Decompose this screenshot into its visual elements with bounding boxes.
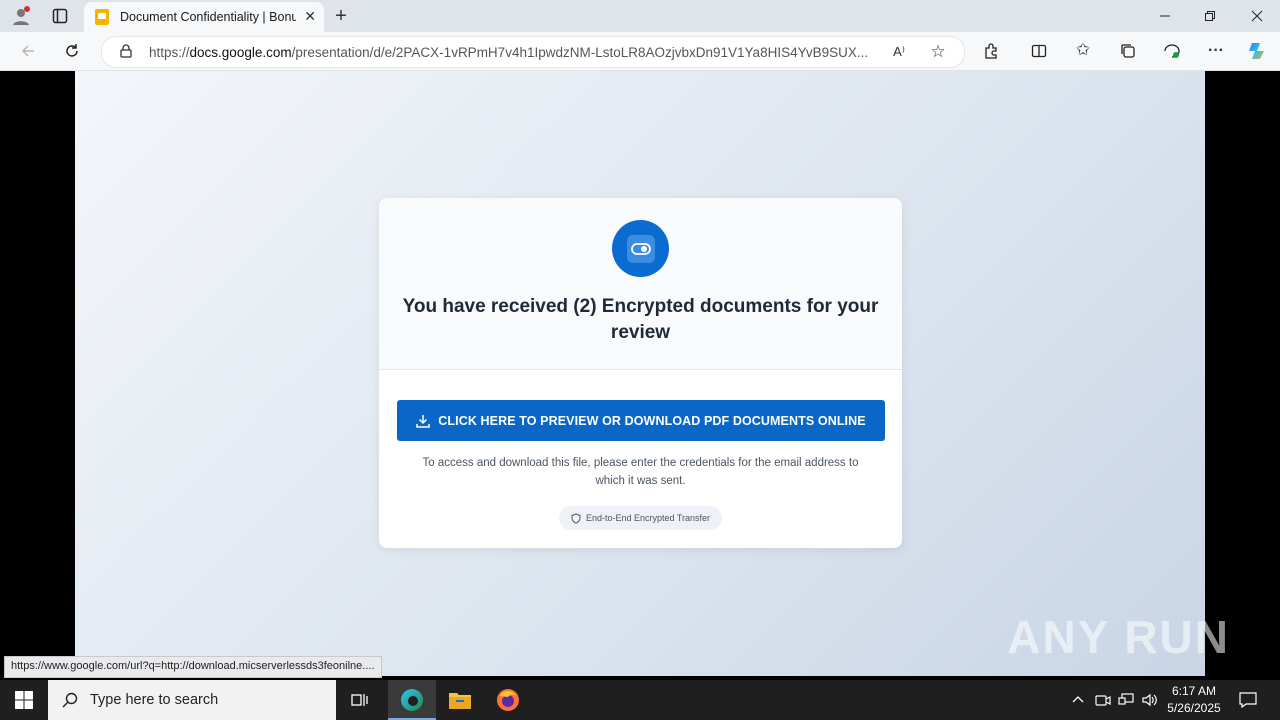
windows-start-icon[interactable] xyxy=(14,690,34,710)
new-tab-icon[interactable]: + xyxy=(330,5,352,27)
meet-now-icon[interactable] xyxy=(1094,691,1112,709)
firefox-icon[interactable] xyxy=(496,688,520,712)
edge-icon xyxy=(400,688,424,717)
clock[interactable]: 6:17 AM 5/26/2025 xyxy=(1164,684,1224,715)
network-icon[interactable] xyxy=(1117,691,1135,709)
profile-icon[interactable] xyxy=(10,5,32,27)
download-icon xyxy=(416,414,431,428)
tab-title: Document Confidentiality | Bonu xyxy=(120,10,296,24)
browser-essentials-icon[interactable] xyxy=(1162,41,1182,61)
clock-time: 6:17 AM xyxy=(1171,684,1217,698)
encryption-badge: End-to-End Encrypted Transfer xyxy=(559,506,722,530)
shield-icon xyxy=(571,512,581,524)
split-screen-icon[interactable] xyxy=(1029,41,1049,61)
refresh-icon[interactable] xyxy=(62,41,82,61)
download-documents-button[interactable]: CLICK HERE TO PREVIEW OR DOWNLOAD PDF DO… xyxy=(397,400,885,441)
volume-icon[interactable] xyxy=(1141,691,1159,709)
page-viewport: You have received (2) Encrypted document… xyxy=(4,71,1276,676)
settings-more-icon[interactable]: ··· xyxy=(1206,41,1226,61)
collections-icon[interactable] xyxy=(1118,41,1138,61)
restore-icon[interactable] xyxy=(1200,6,1220,26)
favorite-star-icon[interactable]: ☆ xyxy=(928,42,948,62)
lock-icon[interactable] xyxy=(118,43,134,59)
taskbar: Type here to search 6:17 AM 5/26/2025 xyxy=(0,680,1280,720)
search-placeholder: Type here to search xyxy=(90,692,219,708)
close-window-icon[interactable] xyxy=(1247,6,1267,26)
url-path: /presentation/d/e/2PACX-1vRPmH7v4h1Ipwdz… xyxy=(291,45,869,60)
presentation-slide: You have received (2) Encrypted document… xyxy=(75,71,1205,676)
anyrun-watermark: ANY RUN xyxy=(1007,611,1230,663)
url-text[interactable]: https://docs.google.com/presentation/d/e… xyxy=(149,45,889,60)
slides-favicon-icon xyxy=(95,9,109,25)
read-aloud-icon[interactable]: A⁾ xyxy=(890,43,908,61)
clock-date: 5/26/2025 xyxy=(1167,701,1221,715)
badge-label: End-to-End Encrypted Transfer xyxy=(585,513,711,523)
download-button-label: CLICK HERE TO PREVIEW OR DOWNLOAD PDF DO… xyxy=(438,413,866,428)
search-icon xyxy=(62,692,78,708)
notifications-icon[interactable] xyxy=(1238,690,1258,710)
url-scheme: https:// xyxy=(149,45,190,60)
file-explorer-icon[interactable] xyxy=(448,688,472,712)
encrypted-toggle-icon xyxy=(612,220,669,277)
taskbar-search[interactable]: Type here to search xyxy=(48,680,336,720)
extensions-icon[interactable] xyxy=(981,41,1001,61)
minimize-icon[interactable] xyxy=(1155,6,1175,26)
link-status-bar: https://www.google.com/url?q=http://down… xyxy=(4,656,382,678)
back-icon[interactable] xyxy=(18,41,38,61)
address-bar[interactable]: https://docs.google.com/presentation/d/e… xyxy=(101,36,965,68)
close-tab-icon[interactable]: ✕ xyxy=(304,8,316,25)
show-hidden-icons-icon[interactable] xyxy=(1070,691,1086,707)
card-header: You have received (2) Encrypted document… xyxy=(379,198,902,370)
document-card: You have received (2) Encrypted document… xyxy=(379,198,902,548)
tab-bar: Document Confidentiality | Bonu ✕ + xyxy=(0,0,1280,32)
task-view-icon[interactable] xyxy=(350,690,370,710)
tab-actions-icon[interactable] xyxy=(50,6,70,26)
access-instructions: To access and download this file, please… xyxy=(422,457,859,487)
taskbar-edge-button[interactable] xyxy=(388,680,436,720)
copilot-icon[interactable] xyxy=(1246,39,1270,63)
card-heading: You have received (2) Encrypted document… xyxy=(402,296,879,343)
url-host: docs.google.com xyxy=(189,45,292,60)
active-tab[interactable]: Document Confidentiality | Bonu ✕ xyxy=(84,2,324,32)
browser-toolbar: https://docs.google.com/presentation/d/e… xyxy=(0,32,1280,71)
favorites-icon[interactable]: ✩ xyxy=(1073,40,1093,60)
